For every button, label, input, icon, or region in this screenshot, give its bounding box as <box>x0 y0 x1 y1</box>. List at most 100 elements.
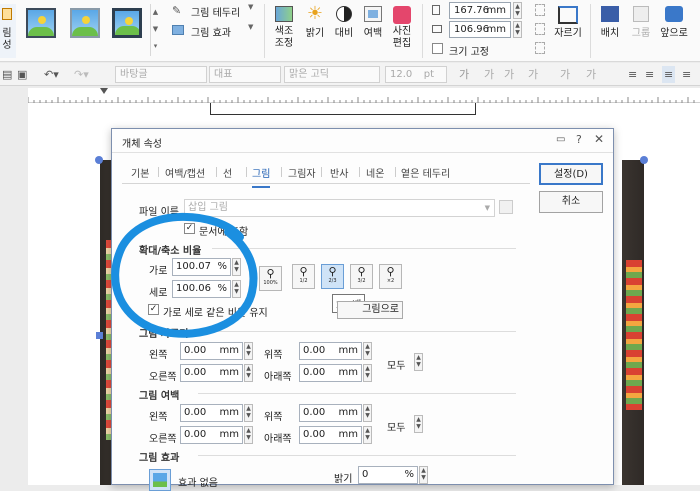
margin-right-spinner[interactable]: ▲ ▼ <box>244 426 253 444</box>
style-select[interactable]: 바탕글 <box>115 66 207 83</box>
zoom-in-icon: ⚲ <box>357 265 366 278</box>
no-effect-button[interactable] <box>149 469 171 491</box>
brightness-label: 밝기 <box>305 28 325 39</box>
crop-bottom-input[interactable]: 0.00 mm <box>299 364 362 382</box>
style-gallery-scroll[interactable]: ▲ ▼ ▾ <box>150 4 160 56</box>
arrange-button[interactable]: 배치 <box>596 4 624 40</box>
tab-5[interactable]: 반사 <box>330 165 348 180</box>
picture-tool-button[interactable]: 림 성 <box>0 4 16 58</box>
bring-front-button[interactable]: 앞으로 <box>656 4 692 40</box>
strike-button[interactable]: 가 <box>528 66 538 83</box>
crop-right-input[interactable]: 0.00 mm <box>180 364 243 382</box>
zoom-two-thirds-button[interactable]: ⚲ 2/3 <box>321 264 344 289</box>
crop-top-spinner[interactable]: ▲ ▼ <box>363 342 372 360</box>
help-icon[interactable]: ? <box>576 133 582 146</box>
cancel-button[interactable]: 취소 <box>539 191 603 213</box>
highlight-button[interactable]: 가 <box>586 66 596 83</box>
brightness-button[interactable]: ☀ 밝기 <box>302 4 328 40</box>
size-option-icon[interactable] <box>535 42 545 54</box>
chevron-down-icon[interactable]: ▼ <box>248 23 253 31</box>
size-reset-icon[interactable] <box>535 23 545 35</box>
zoom-three-halves-button[interactable]: ⚲ 3/2 <box>350 264 373 289</box>
zoom-out-icon: ⚲ <box>328 265 337 278</box>
crop-top-input[interactable]: 0.00 mm <box>299 342 362 360</box>
redo-icon[interactable]: ↷▾ <box>74 66 89 83</box>
tab-2[interactable]: 선 <box>223 165 232 180</box>
width-spinner[interactable]: ▲ ▼ <box>513 2 522 19</box>
tab-separator <box>321 167 322 177</box>
crop-right-spinner[interactable]: ▲ ▼ <box>244 364 253 382</box>
original-picture-button[interactable]: 그림으로 <box>337 301 403 319</box>
margin-top-input[interactable]: 0.00 mm <box>299 404 362 422</box>
margin-button[interactable]: 여백 <box>360 4 386 40</box>
brightness-input[interactable]: 0% <box>358 466 418 484</box>
margin-bottom-spinner[interactable]: ▲ ▼ <box>363 426 372 444</box>
crop-bottom-spinner[interactable]: ▲ ▼ <box>363 364 372 382</box>
picture-style-thumb-3[interactable] <box>112 8 142 38</box>
color-adjust-button[interactable]: 색조 조정 <box>270 4 298 50</box>
font-size-field[interactable]: 12.0 pt <box>385 66 447 83</box>
font-select[interactable]: 맑은 고딕 <box>284 66 380 83</box>
zoom-double-button[interactable]: ⚲ ×2 <box>379 264 402 289</box>
margin-left-spinner[interactable]: ▲ ▼ <box>244 404 253 422</box>
zoom-half-button[interactable]: ⚲ 1/2 <box>292 264 315 289</box>
indent-marker[interactable] <box>100 88 108 94</box>
photo-edit-button[interactable]: 사진 편집 <box>389 4 415 50</box>
fix-size-checkbox[interactable] <box>432 43 443 54</box>
bold-button[interactable]: 가 <box>459 66 469 83</box>
ok-button[interactable]: 설정(D) <box>539 163 603 185</box>
italic-button[interactable]: 가 <box>484 66 494 83</box>
underline-button[interactable]: 가 <box>504 66 514 83</box>
crop-all-spinner[interactable]: ▲ ▼ <box>414 353 423 371</box>
align-center-icon[interactable]: ≡ <box>662 66 676 83</box>
margin-all-spinner[interactable]: ▲ ▼ <box>414 415 423 433</box>
height-field[interactable]: 106.96 mm <box>449 21 511 38</box>
group-button[interactable]: 그룹 <box>628 4 654 40</box>
chevron-down-icon[interactable]: ▼ <box>248 3 253 11</box>
align-left-icon[interactable]: ≡ <box>645 66 654 83</box>
margin-right-input[interactable]: 0.00 mm <box>180 426 243 444</box>
tab-separator <box>158 167 159 177</box>
picture-style-thumb-1[interactable] <box>26 8 56 38</box>
tab-3[interactable]: 그림 <box>252 165 271 188</box>
undo-icon[interactable]: ↶▾ <box>44 66 59 83</box>
picture-effect-button[interactable]: 그림 효과 <box>191 24 231 39</box>
margin-bottom-input[interactable]: 0.00 mm <box>299 426 362 444</box>
print-icon[interactable]: ▤ <box>2 66 12 83</box>
font-color-button[interactable]: 가 <box>560 66 570 83</box>
margin-left-label: 왼쪽 <box>149 412 168 423</box>
picture-border-button[interactable]: 그림 테두리 <box>191 4 240 19</box>
tab-0[interactable]: 기본 <box>131 165 149 180</box>
ribbon: 림 성 ▲ ▼ ▾ ✎ 그림 테두리 ▼ 그림 효과 ▼ 색조 조정 ☀ 밝기 대비… <box>0 0 700 62</box>
align-right-icon[interactable]: ≡ <box>682 66 691 83</box>
browse-file-icon[interactable] <box>499 200 513 214</box>
lock-ratio-icon[interactable] <box>535 4 545 16</box>
picture-style-thumb-2[interactable] <box>70 8 100 38</box>
resize-handle[interactable] <box>640 156 648 164</box>
brightness-spinner[interactable]: ▲ ▼ <box>419 466 428 484</box>
resize-handle[interactable] <box>95 156 103 164</box>
tab-1[interactable]: 여백/캡션 <box>165 165 205 180</box>
contrast-button[interactable]: 대비 <box>331 4 357 40</box>
preview-icon[interactable]: ▣ <box>17 66 27 83</box>
crop-button[interactable]: 자르기 <box>553 4 583 40</box>
margin-bottom-label: 아래쪽 <box>264 434 292 445</box>
dialog-menu-icon[interactable]: ▭ <box>556 134 565 145</box>
bring-front-label: 앞으로 <box>660 28 688 39</box>
crop-bottom-label: 아래쪽 <box>264 372 292 383</box>
align-justify-icon[interactable]: ≡ <box>628 66 637 83</box>
pen-icon: ✎ <box>172 4 182 17</box>
tab-4[interactable]: 그림자 <box>288 165 316 180</box>
height-spinner[interactable]: ▲ ▼ <box>513 21 522 38</box>
close-icon[interactable]: ✕ <box>594 132 604 146</box>
representative-select[interactable]: 대표 <box>209 66 281 83</box>
tab-6[interactable]: 네온 <box>366 165 384 180</box>
group-label: 그룹 <box>631 28 651 39</box>
tab-7[interactable]: 옅은 테두리 <box>401 165 450 180</box>
horizontal-ruler[interactable] <box>28 88 700 103</box>
margin-top-spinner[interactable]: ▲ ▼ <box>363 404 372 422</box>
margin-left-input[interactable]: 0.00 mm <box>180 404 243 422</box>
dialog-titlebar[interactable]: 개체 속성 ▭ ? ✕ <box>112 129 613 153</box>
width-field[interactable]: 167.76 mm <box>449 2 511 19</box>
crop-all-label: 모두 <box>387 361 406 372</box>
